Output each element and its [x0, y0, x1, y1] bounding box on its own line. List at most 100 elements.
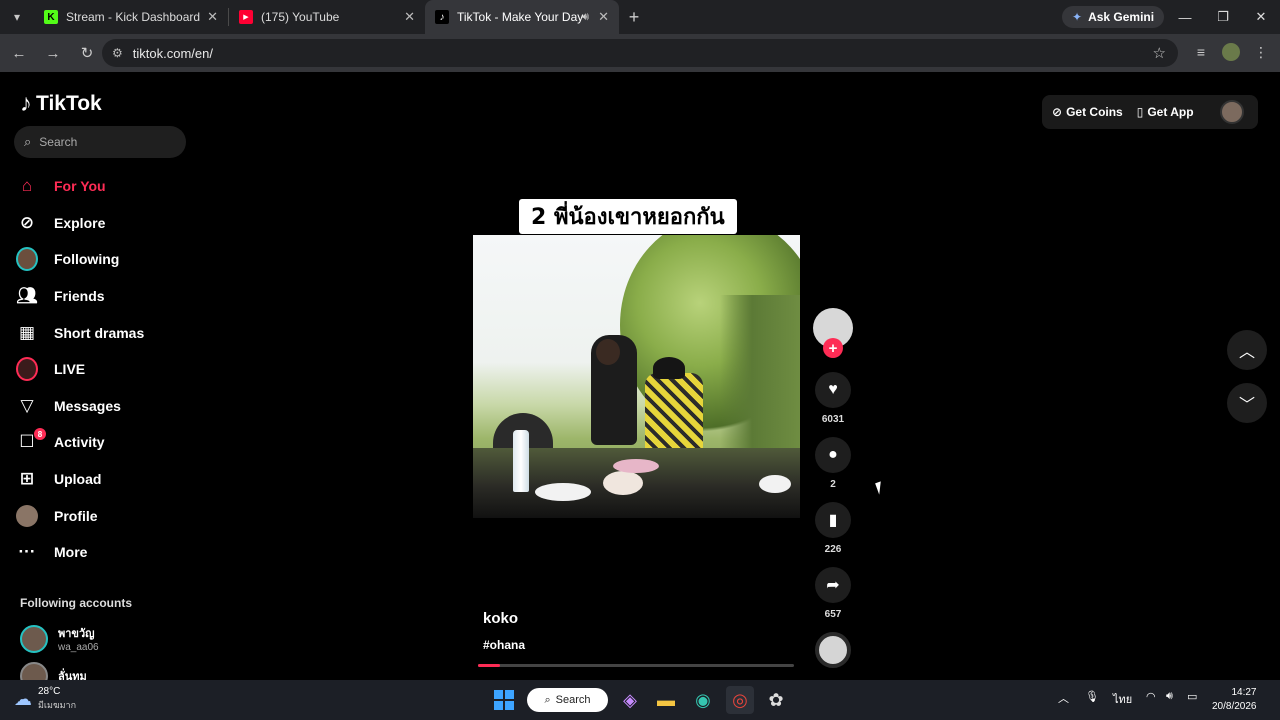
cloud-icon: ☁: [14, 688, 32, 709]
battery-icon[interactable]: ▭: [1187, 690, 1197, 703]
close-icon[interactable]: ✕: [207, 9, 218, 25]
close-window-button[interactable]: ✕: [1242, 0, 1280, 34]
microphone-icon[interactable]: 🎙︎: [1085, 690, 1099, 703]
following-account-item[interactable]: ลั่นทม: [20, 662, 87, 680]
copilot-icon[interactable]: ◈: [616, 686, 644, 714]
sidebar-item-more[interactable]: ··· More: [16, 534, 144, 571]
tab-search-menu[interactable]: ▾: [0, 0, 34, 34]
file-explorer-icon[interactable]: ▬: [652, 686, 680, 714]
comment-count: 2: [830, 479, 836, 490]
share-icon[interactable]: ➦: [815, 567, 851, 603]
windows-start-icon[interactable]: [490, 686, 518, 714]
sidebar-item-live[interactable]: LIVE: [16, 351, 144, 388]
search-box[interactable]: ⌕: [14, 126, 186, 158]
app-icon[interactable]: ✿: [762, 686, 790, 714]
logo-text: TikTok: [36, 92, 102, 115]
forward-button[interactable]: →: [38, 38, 68, 68]
taskbar-search-button[interactable]: ⌕ Search: [527, 688, 608, 712]
ask-gemini-button[interactable]: ✦ Ask Gemini: [1062, 6, 1165, 28]
friends-icon: 👥︎: [16, 286, 38, 306]
get-app-button[interactable]: ▯ Get App: [1137, 105, 1194, 119]
url-text: tiktok.com/en/: [132, 45, 213, 61]
sidebar-item-explore[interactable]: ⊘ Explore: [16, 205, 144, 242]
tab-kick[interactable]: K Stream - Kick Dashboard ✕: [34, 0, 228, 34]
search-icon: ⌕: [24, 134, 32, 149]
sidebar-item-label: LIVE: [54, 361, 86, 378]
new-tab-button[interactable]: +: [619, 7, 649, 28]
follow-plus-icon[interactable]: +: [823, 338, 843, 358]
bookmark-star-icon[interactable]: ☆: [1153, 44, 1166, 62]
share-action[interactable]: ➦ 657: [813, 567, 853, 620]
video-actions: + ♥ 6031 ● 2 ▮ 226 ➦ 657: [813, 308, 853, 668]
search-input[interactable]: [39, 135, 160, 149]
menu-kebab-icon[interactable]: ⋮: [1247, 38, 1275, 66]
tiktok-icon: ♪: [435, 10, 449, 24]
taskbar-clock[interactable]: 14:27 20/8/2026: [1212, 686, 1257, 714]
tray-chevron-up-icon[interactable]: ︿: [1058, 690, 1069, 706]
close-icon[interactable]: ✕: [404, 9, 415, 25]
scroll-up-button[interactable]: ︿: [1227, 330, 1267, 370]
video-author[interactable]: koko: [483, 610, 518, 627]
taskbar-search-label: Search: [555, 694, 591, 706]
comment-icon[interactable]: ●: [815, 437, 851, 473]
bookmark-icon[interactable]: ▮: [815, 502, 851, 538]
save-action[interactable]: ▮ 226: [813, 502, 853, 555]
upload-icon: ⊞: [19, 469, 35, 489]
tab-youtube[interactable]: ▶ (175) YouTube ✕: [229, 0, 425, 34]
following-account-item[interactable]: พาขวัญ wa_aa06: [20, 624, 99, 653]
reading-list-icon[interactable]: ≡: [1187, 38, 1215, 66]
tiktok-logo[interactable]: ♪ TikTok: [20, 90, 102, 118]
minimize-button[interactable]: —: [1166, 0, 1204, 34]
edge-icon[interactable]: ◉: [689, 686, 717, 714]
reload-button[interactable]: ↻: [72, 38, 102, 68]
like-action[interactable]: ♥ 6031: [813, 372, 853, 425]
film-icon: ▦: [18, 322, 36, 342]
messages-icon: ▽: [20, 395, 34, 415]
weather-condition: มีเมฆมาก: [38, 700, 77, 710]
music-disc-icon[interactable]: [815, 632, 851, 668]
video-progress-bar[interactable]: [478, 664, 794, 667]
video-person-hat: [653, 357, 685, 379]
video-bowl: [613, 459, 659, 473]
sidebar-item-following[interactable]: Following: [16, 241, 144, 278]
sidebar-item-label: Messages: [54, 397, 121, 414]
chevron-up-icon: ︿: [1238, 344, 1255, 361]
back-button[interactable]: ←: [4, 38, 34, 68]
sidebar-item-short-dramas[interactable]: ▦ Short dramas: [16, 314, 144, 351]
heart-icon[interactable]: ♥: [815, 372, 851, 408]
speaker-icon[interactable]: 🔊︎: [582, 11, 589, 24]
sidebar-item-label: Activity: [54, 434, 105, 451]
sidebar-item-profile[interactable]: Profile: [16, 497, 144, 534]
sidebar-item-messages[interactable]: ▽ Messages: [16, 388, 144, 425]
user-avatar[interactable]: [1219, 100, 1244, 124]
sidebar-item-upload[interactable]: ⊞ Upload: [16, 461, 144, 498]
video-caption-overlay: 2 พี่น้องเขาหยอกกัน: [519, 199, 737, 234]
avatar: [20, 624, 48, 653]
get-coins-button[interactable]: ⊘ Get Coins: [1052, 105, 1123, 119]
language-indicator[interactable]: ไทย: [1113, 690, 1132, 708]
restore-button[interactable]: ❐: [1204, 0, 1242, 34]
share-count: 657: [824, 609, 842, 620]
site-info-icon[interactable]: ⚙: [112, 46, 123, 60]
chrome-icon[interactable]: ◎: [726, 686, 754, 714]
ask-gemini-label: Ask Gemini: [1088, 10, 1155, 24]
volume-icon[interactable]: 🔊︎: [1166, 690, 1173, 703]
close-icon[interactable]: ✕: [598, 9, 609, 25]
comment-action[interactable]: ● 2: [813, 437, 853, 490]
profile-avatar-icon[interactable]: [1217, 38, 1245, 66]
address-bar[interactable]: ⚙ tiktok.com/en/ ☆: [102, 39, 1178, 67]
tab-tiktok[interactable]: ♪ TikTok - Make Your Day 🔊︎ ✕: [425, 0, 619, 34]
profile-avatar-icon: [16, 504, 38, 527]
weather-widget[interactable]: ☁ 28°C มีเมฆมาก: [14, 686, 76, 712]
scroll-down-button[interactable]: ﹀: [1227, 383, 1267, 423]
sidebar-item-label: Profile: [54, 507, 98, 524]
video-player[interactable]: [473, 235, 800, 518]
sidebar-item-activity[interactable]: ☐ 8 Activity: [16, 424, 144, 461]
video-hashtag[interactable]: #ohana: [483, 638, 525, 652]
creator-avatar[interactable]: +: [813, 308, 853, 358]
sidebar-item-for-you[interactable]: ⌂ For You: [16, 168, 144, 205]
top-right-actions: ⊘ Get Coins ▯ Get App: [1042, 95, 1258, 129]
wifi-icon[interactable]: ◠: [1146, 690, 1156, 703]
tab-title: Stream - Kick Dashboard: [66, 10, 201, 24]
sidebar-item-friends[interactable]: 👥︎ Friends: [16, 278, 144, 315]
